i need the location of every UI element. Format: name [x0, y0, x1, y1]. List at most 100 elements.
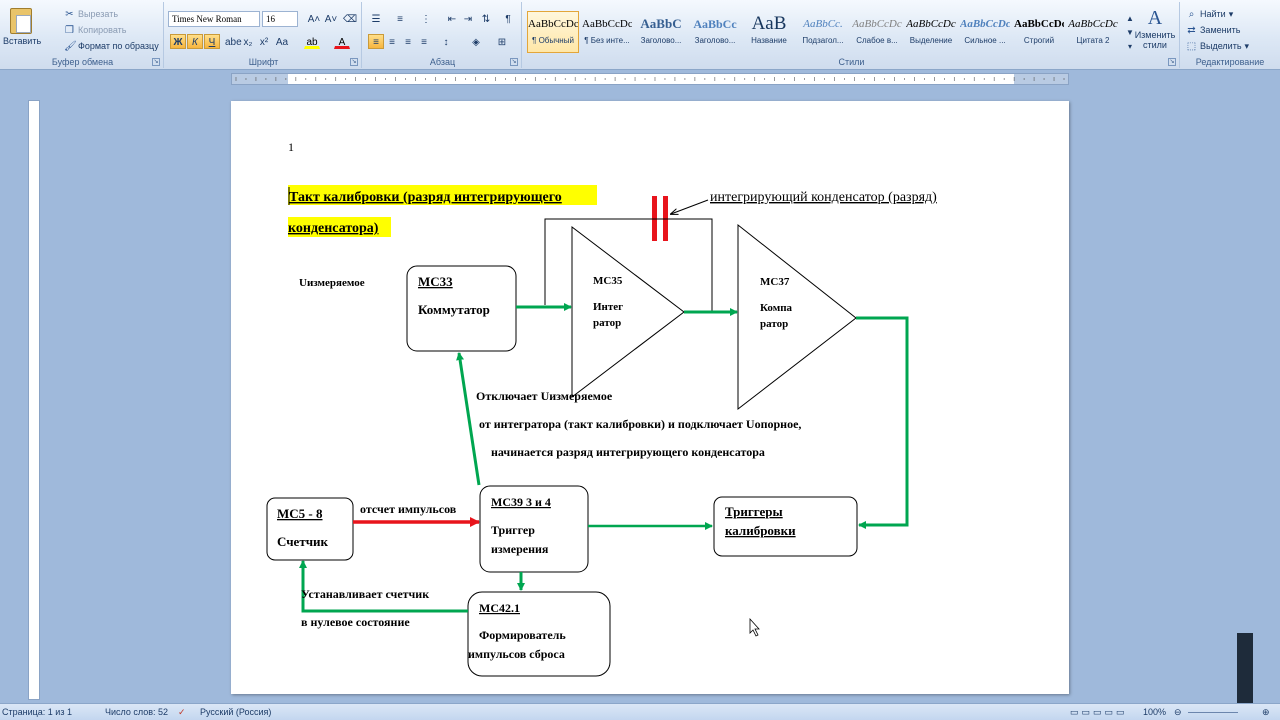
zoom-level[interactable]: 100%: [1143, 707, 1166, 717]
font-size-field[interactable]: 16: [262, 11, 298, 27]
shading-icon[interactable]: ◈: [468, 34, 484, 49]
style-title[interactable]: AaB Название: [743, 11, 795, 53]
align-right-icon[interactable]: ≡: [400, 34, 416, 49]
style-sample: AaBbCcDc: [852, 18, 902, 30]
align-left-icon[interactable]: ≡: [368, 34, 384, 49]
vertical-ruler[interactable]: [28, 100, 40, 700]
reset-line-1: Устанавливает счетчик: [301, 587, 429, 601]
block-diagram: 1 Такт калибровки (разряд интегрирующего…: [266, 140, 937, 677]
mc35-name-2: ратор: [593, 317, 621, 329]
highlight-icon[interactable]: ab: [304, 34, 320, 49]
font-name-field[interactable]: Times New Roman: [168, 11, 260, 27]
subscript-icon[interactable]: x₂: [240, 34, 256, 49]
style-normal[interactable]: AaBbCcDc ¶ Обычный: [527, 11, 579, 53]
font-group-title: Шрифт: [248, 57, 279, 67]
strikethrough-icon[interactable]: abe: [224, 34, 242, 49]
italic-button[interactable]: К: [187, 34, 203, 49]
arrow-mc42-to-counter: [299, 560, 468, 613]
style-quote-2[interactable]: AaBbCcDc Цитата 2: [1067, 11, 1119, 53]
mc37-name-2: ратор: [760, 318, 788, 330]
change-case-icon[interactable]: Aa: [274, 34, 290, 49]
decrease-indent-icon[interactable]: ⇤: [444, 11, 460, 26]
horizontal-ruler[interactable]: [231, 73, 1069, 85]
grow-font-icon[interactable]: A˄: [306, 11, 322, 26]
zoom-out-icon[interactable]: ⊖: [1174, 707, 1182, 718]
paragraph-launcher-icon[interactable]: ↘: [510, 58, 518, 66]
style-label: Сильное ...: [964, 36, 1006, 45]
mc39-title: MC39 3 и 4: [491, 495, 551, 509]
underline-button[interactable]: Ч: [204, 34, 220, 49]
page-number: 1: [288, 140, 294, 154]
cut-button[interactable]: ✂ Вырезать: [64, 7, 118, 21]
capacitor-pointer: [671, 199, 709, 214]
format-painter-button[interactable]: 🖌 Формат по образцу: [64, 39, 159, 53]
style-sample: AaBbC: [640, 16, 682, 31]
increase-indent-icon[interactable]: ⇥: [460, 11, 476, 26]
style-subtitle[interactable]: AaBbCc. Подзагол...: [797, 11, 849, 53]
chevron-down-icon: ▾: [1228, 8, 1234, 19]
clipboard-group: Вставить ✂ Вырезать ❐ Копировать 🖌 Форма…: [2, 2, 164, 68]
zoom-slider[interactable]: [1188, 712, 1238, 713]
triggers-name-1: Триггеры: [725, 504, 783, 519]
font-launcher-icon[interactable]: ↘: [350, 58, 358, 66]
bold-button[interactable]: Ж: [170, 34, 186, 49]
multilevel-list-icon[interactable]: ⋮: [418, 11, 434, 26]
mc58-title: MC5 - 8: [277, 506, 323, 521]
paste-icon[interactable]: [10, 8, 32, 34]
bullets-icon[interactable]: ☰: [368, 11, 384, 26]
replace-button[interactable]: ⇄ Заменить: [1186, 23, 1240, 37]
clear-format-icon[interactable]: ⌫: [342, 11, 358, 26]
style-heading-1[interactable]: AaBbC Заголово...: [635, 11, 687, 53]
styles-launcher-icon[interactable]: ↘: [1168, 58, 1176, 66]
select-button[interactable]: ⬚ Выделить ▾: [1186, 39, 1249, 53]
u-measured-label: Uизмеряемое: [299, 277, 365, 289]
align-center-icon[interactable]: ≡: [384, 34, 400, 49]
sort-icon[interactable]: ⇅: [478, 11, 494, 26]
language-indicator[interactable]: Русский (Россия): [200, 707, 271, 717]
replace-icon: ⇄: [1187, 24, 1196, 36]
scissors-icon: ✂: [65, 8, 74, 20]
find-label: Найти: [1200, 9, 1226, 19]
ruler-ticks: [235, 77, 1065, 81]
style-sample: AaBbCcDc: [1014, 18, 1064, 30]
numbering-icon[interactable]: ≡: [392, 11, 408, 26]
superscript-icon[interactable]: x²: [256, 34, 272, 49]
shrink-font-icon[interactable]: A˅: [323, 11, 339, 26]
style-emphasis[interactable]: AaBbCcDc Выделение: [905, 11, 957, 53]
borders-icon[interactable]: ⊞: [494, 34, 510, 49]
style-label: Заголово...: [694, 36, 736, 45]
chevron-down-icon: ▾: [1244, 40, 1250, 51]
copy-button[interactable]: ❐ Копировать: [64, 23, 126, 37]
style-intense-emphasis[interactable]: AaBbCcDc Сильное ...: [959, 11, 1011, 53]
styles-group-title: Стили: [838, 57, 865, 67]
mc37-triangle: [737, 223, 857, 411]
justify-icon[interactable]: ≡: [416, 34, 432, 49]
style-heading-2[interactable]: AaBbCc Заголово...: [689, 11, 741, 53]
style-strong[interactable]: AaBbCcDc Строгий: [1013, 11, 1065, 53]
paste-button[interactable]: Вставить: [3, 34, 41, 48]
mc33-name: Коммутатор: [418, 302, 490, 317]
zoom-in-icon[interactable]: ⊕: [1262, 707, 1270, 718]
arrow-mc39-to-mc33: [456, 352, 481, 486]
change-styles-button[interactable]: A Изменить стили: [1132, 7, 1178, 50]
font-color-icon[interactable]: A: [334, 34, 350, 49]
clipboard-launcher-icon[interactable]: ↘: [152, 58, 160, 66]
page-count[interactable]: Страница: 1 из 1: [2, 707, 72, 717]
view-buttons[interactable]: ▭▭▭▭▭: [1070, 707, 1128, 718]
show-marks-icon[interactable]: ¶: [500, 11, 516, 26]
document-page[interactable]: 1 Такт калибровки (разряд интегрирующего…: [231, 101, 1069, 694]
clipboard-group-title: Буфер обмена: [51, 57, 114, 67]
mc42-name-1: Формирователь: [479, 628, 566, 642]
find-button[interactable]: ⌕ Найти ▾: [1186, 7, 1234, 21]
word-count[interactable]: Число слов: 52: [105, 707, 168, 717]
style-no-spacing[interactable]: AaBbCcDc ¶ Без инте...: [581, 11, 633, 53]
select-label: Выделить: [1200, 41, 1242, 51]
note-line-3: начинается разряд интегрирующего конденс…: [491, 445, 765, 459]
mc35-triangle: [571, 225, 685, 399]
spellcheck-icon[interactable]: ✓: [178, 707, 186, 718]
scrollbar-thumb[interactable]: [1237, 633, 1253, 703]
style-subtle-emphasis[interactable]: AaBbCcDc Слабое в...: [851, 11, 903, 53]
note-line-2: от интегратора (такт калибровки) и подкл…: [479, 417, 801, 431]
line-spacing-icon[interactable]: ↕: [438, 34, 454, 49]
editing-group-title: Редактирование: [1195, 57, 1265, 67]
